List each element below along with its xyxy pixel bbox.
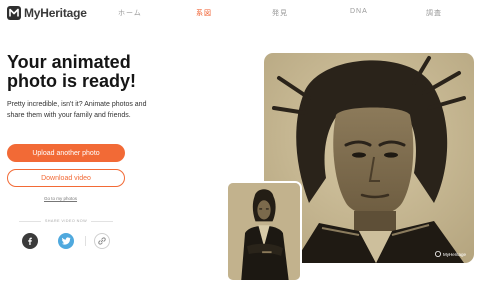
original-photo-thumbnail[interactable]	[226, 181, 302, 282]
myheritage-logo-icon	[7, 6, 21, 20]
facebook-icon	[28, 237, 32, 245]
top-nav: MyHeritage ホーム 系図 発見 DNA 調査	[0, 0, 480, 26]
myheritage-logo-icon	[434, 251, 441, 257]
brand-name: MyHeritage	[24, 6, 87, 20]
go-to-my-photos-link[interactable]: Go to my photos	[44, 196, 77, 201]
share-section-label: SHARE VIDEO NOW	[19, 219, 114, 223]
nav-item-dna[interactable]: DNA	[350, 8, 368, 15]
divider	[19, 220, 41, 222]
divider	[85, 236, 86, 246]
watermark-text: MyHeritage	[442, 251, 466, 257]
share-label-text: SHARE VIDEO NOW	[44, 219, 88, 223]
description-text: Pretty incredible, isn't it? Animate pho…	[7, 101, 147, 119]
portrait-image	[228, 183, 300, 280]
page-title: Your animated photo is ready!	[7, 52, 137, 91]
download-video-button[interactable]: Download video	[7, 169, 125, 187]
nav-item-research[interactable]: 調査	[426, 8, 442, 18]
upload-another-photo-button[interactable]: Upload another photo	[7, 144, 125, 162]
nav-item-discoveries[interactable]: 発見	[272, 8, 288, 18]
nav-item-home[interactable]: ホーム	[118, 8, 142, 18]
facebook-share-button[interactable]	[22, 233, 38, 249]
nav-item-family-tree[interactable]: 系図	[196, 8, 212, 18]
brand-logo[interactable]: MyHeritage	[7, 5, 87, 21]
photo-watermark: MyHeritage	[434, 251, 466, 257]
divider	[91, 220, 114, 222]
link-icon	[98, 237, 106, 245]
twitter-share-button[interactable]	[58, 233, 74, 249]
twitter-icon	[61, 237, 70, 245]
copy-link-button[interactable]	[94, 233, 110, 249]
